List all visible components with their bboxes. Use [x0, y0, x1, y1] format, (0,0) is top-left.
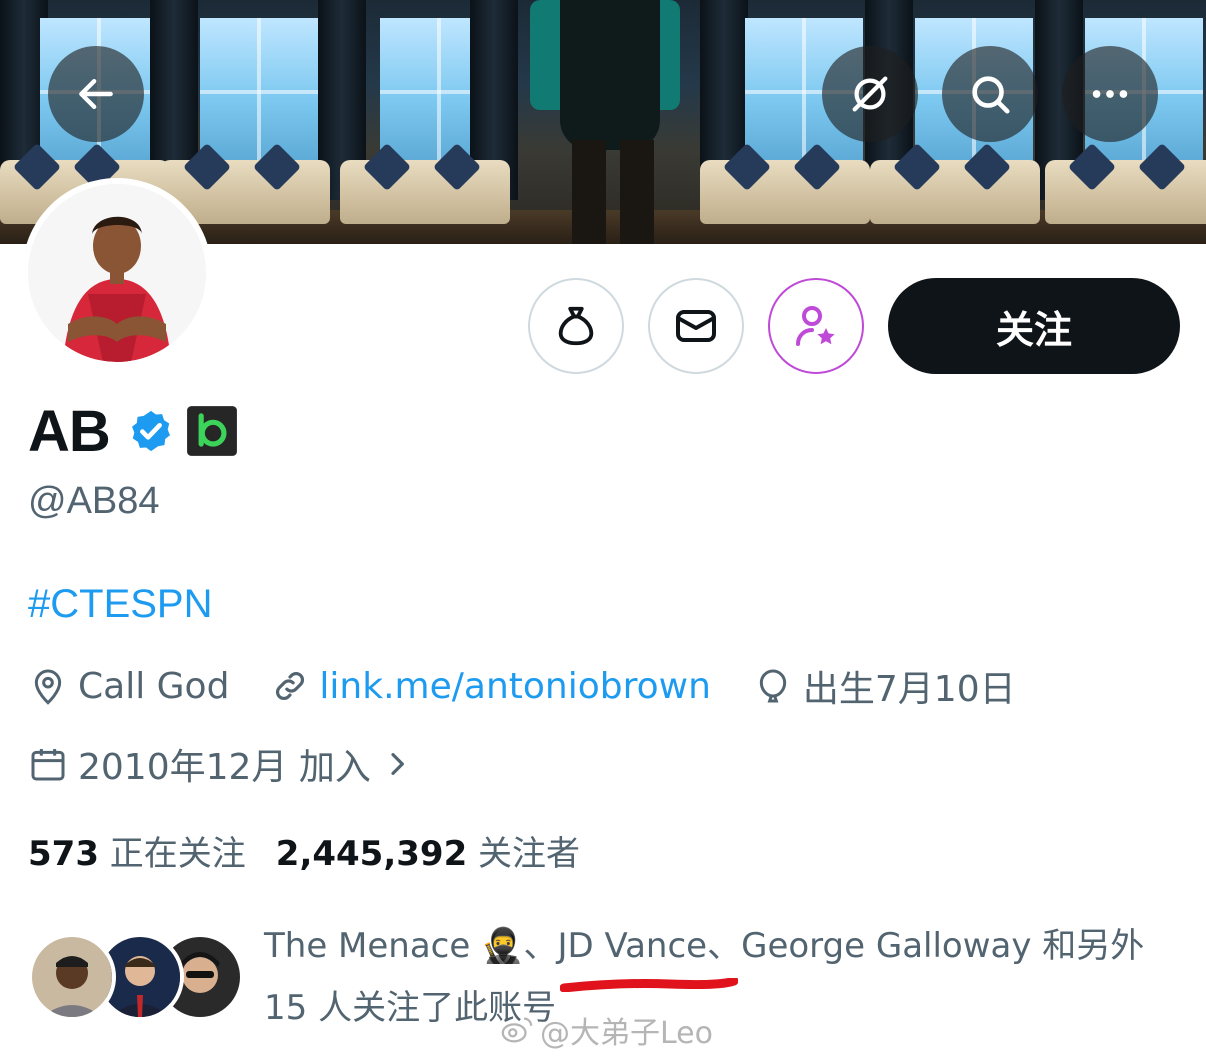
annotation-underline: [560, 978, 738, 992]
followers-count: 2,445,392: [275, 834, 468, 874]
location-text: Call God: [78, 665, 230, 707]
avatar-photo: [28, 184, 206, 362]
affiliate-badge-icon[interactable]: [186, 405, 238, 457]
follower-avatar: [28, 933, 116, 1021]
ninja-emoji: 🥷: [481, 926, 524, 966]
back-button[interactable]: [48, 46, 144, 142]
banner-sofa: [340, 142, 510, 224]
search-button[interactable]: [942, 46, 1038, 142]
banner-sofa: [700, 142, 870, 224]
handle: @AB84: [28, 480, 160, 522]
person-star-icon: [796, 306, 835, 346]
calendar-icon: [31, 749, 65, 781]
money-bag-icon: [558, 306, 594, 346]
follow-button[interactable]: 关注: [888, 278, 1180, 374]
search-icon: [972, 76, 1010, 114]
following-count: 573: [28, 834, 99, 874]
chevron-right-icon: [391, 753, 404, 775]
watermark: @大弟子Leo: [500, 1008, 713, 1052]
tip-button[interactable]: [528, 278, 624, 374]
website-link[interactable]: link.me/antoniobrown: [319, 666, 710, 707]
display-name: AB: [28, 398, 111, 464]
highlighted-name: JD Vance: [557, 926, 708, 966]
banner-window: [200, 18, 318, 168]
grok-icon: [852, 76, 888, 112]
joined-date[interactable]: 2010年12月 加入: [28, 738, 423, 790]
message-button[interactable]: [648, 278, 744, 374]
location-pin-icon: [34, 669, 62, 705]
website[interactable]: link.me/antoniobrown: [271, 666, 711, 707]
avatar[interactable]: [22, 178, 212, 368]
location: Call God: [28, 666, 229, 707]
follow-stats: 573 正在关注 2,445,392 关注者: [28, 826, 610, 875]
following-stat[interactable]: 573 正在关注: [28, 826, 246, 875]
name-row: AB: [28, 398, 238, 464]
verified-badge-icon[interactable]: [128, 408, 174, 454]
arrow-left-icon: [79, 78, 113, 110]
banner-sofa: [870, 142, 1040, 224]
link-icon: [276, 672, 305, 700]
profile-meta-row: Call God link.me/antoniobrown 出生7月10日: [28, 660, 1058, 712]
subscribe-button[interactable]: [768, 278, 864, 374]
balloon-icon: [759, 669, 787, 703]
more-button[interactable]: [1062, 46, 1158, 142]
following-label: 正在关注: [109, 834, 246, 874]
joined-text: 2010年12月 加入: [78, 747, 371, 788]
birthday-text: 出生7月10日: [802, 669, 1016, 710]
bio-hashtag[interactable]: #CTESPN: [28, 582, 213, 627]
watermark-text: @大弟子Leo: [540, 1016, 713, 1051]
envelope-icon: [676, 310, 716, 342]
grok-button[interactable]: [822, 46, 918, 142]
birthday: 出生7月10日: [753, 660, 1016, 712]
banner-person: [520, 0, 690, 244]
more-horizontal-icon: [1092, 90, 1128, 98]
banner-sofa: [1045, 142, 1206, 224]
weibo-logo-icon: [501, 1017, 533, 1043]
followers-label: 关注者: [478, 834, 581, 874]
followers-stat[interactable]: 2,445,392 关注者: [276, 826, 580, 875]
followers-you-know-text: The Menace 🥷、JD Vance、George Galloway 和另…: [264, 926, 1145, 1028]
joined-row[interactable]: 2010年12月 加入: [28, 738, 465, 790]
